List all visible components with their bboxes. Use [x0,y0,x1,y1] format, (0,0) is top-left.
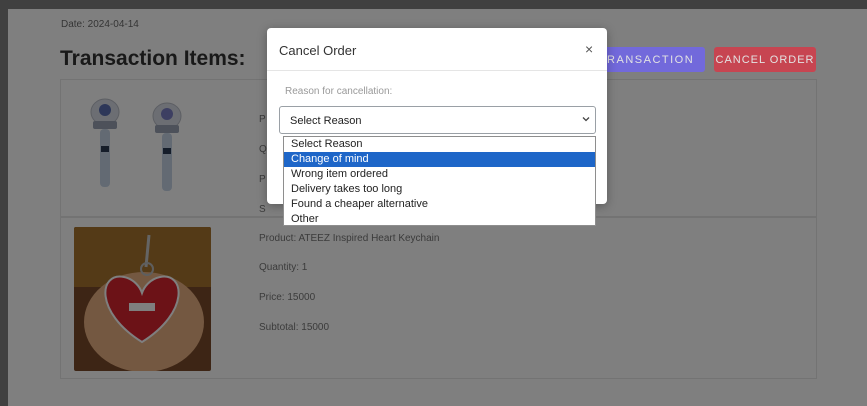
modal-divider [267,70,607,71]
close-icon[interactable]: × [585,41,593,57]
reason-option[interactable]: Found a cheaper alternative [284,197,595,212]
reason-option[interactable]: Other [284,212,595,227]
reason-select[interactable]: Select Reason [279,106,596,134]
reason-option[interactable]: Delivery takes too long [284,182,595,197]
reason-select-value: Select Reason [290,115,362,127]
reason-option[interactable]: Wrong item ordered [284,167,595,182]
chevron-down-icon [582,117,590,122]
reason-dropdown-list: Select Reason Change of mind Wrong item … [283,136,596,226]
reason-label: Reason for cancellation: [285,86,393,97]
cancel-order-button[interactable]: Cancel Order [714,47,816,72]
reason-option[interactable]: Select Reason [284,137,595,152]
reason-option-highlighted[interactable]: Change of mind [284,152,595,167]
modal-title: Cancel Order [279,43,357,58]
